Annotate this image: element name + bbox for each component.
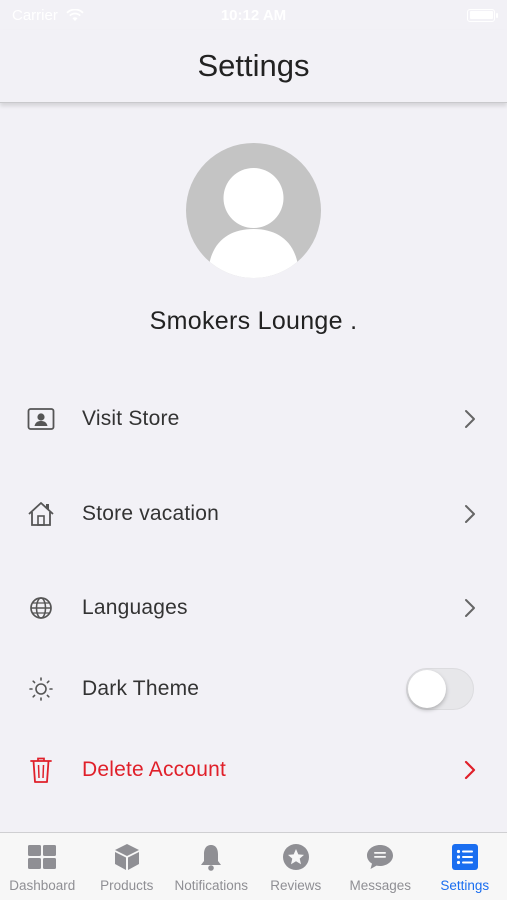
tab-notifications[interactable]: Notifications bbox=[169, 833, 254, 900]
tab-reviews[interactable]: Reviews bbox=[254, 833, 339, 900]
tab-label: Settings bbox=[440, 878, 490, 893]
chevron-right-icon bbox=[465, 599, 475, 617]
menu-item-dark-theme: Dark Theme bbox=[0, 659, 507, 719]
globe-icon bbox=[27, 594, 55, 622]
page-title: Settings bbox=[197, 48, 310, 83]
tab-label: Products bbox=[100, 878, 154, 893]
battery-icon bbox=[467, 8, 498, 22]
chevron-right-icon bbox=[464, 760, 476, 780]
box-icon bbox=[112, 842, 142, 872]
dark-theme-label: Dark Theme bbox=[82, 677, 200, 700]
delete-account-label: Delete Account bbox=[82, 758, 227, 781]
menu-item-languages[interactable]: Languages bbox=[0, 578, 507, 638]
visit-store-label: Visit Store bbox=[82, 407, 180, 430]
chevron-right-icon bbox=[465, 410, 475, 428]
grid-icon bbox=[27, 842, 57, 872]
tab-settings[interactable]: Settings bbox=[423, 833, 507, 900]
tab-label: Notifications bbox=[174, 878, 249, 893]
chevron-right-icon bbox=[465, 505, 475, 523]
tab-label: Reviews bbox=[270, 878, 322, 893]
chat-bubble-icon bbox=[365, 842, 395, 872]
store-name: Smokers Lounge . bbox=[149, 307, 358, 335]
store-vacation-label: Store vacation bbox=[82, 502, 220, 525]
tab-products[interactable]: Products bbox=[85, 833, 170, 900]
avatar[interactable] bbox=[186, 143, 321, 278]
status-time: 10:12 AM bbox=[220, 6, 287, 24]
tab-dashboard[interactable]: Dashboard bbox=[0, 833, 85, 900]
tab-label: Messages bbox=[349, 878, 412, 893]
bell-icon bbox=[196, 842, 226, 872]
user-silhouette-icon bbox=[208, 168, 299, 278]
house-icon bbox=[27, 500, 55, 528]
star-icon bbox=[281, 842, 311, 872]
menu-item-delete-account[interactable]: Delete Account bbox=[0, 740, 507, 800]
languages-label: Languages bbox=[82, 596, 188, 619]
sun-icon bbox=[27, 675, 55, 703]
id-card-icon bbox=[27, 405, 55, 433]
toggle-knob bbox=[408, 670, 446, 708]
tab-bar: Dashboard Products Notifications Reviews… bbox=[0, 832, 507, 900]
trash-icon bbox=[27, 756, 55, 784]
menu-item-store-vacation[interactable]: Store vacation bbox=[0, 484, 507, 544]
menu-item-visit-store[interactable]: Visit Store bbox=[0, 389, 507, 449]
status-bar: Carrier 10:12 AM bbox=[0, 0, 507, 30]
tab-label: Dashboard bbox=[9, 878, 76, 893]
list-icon bbox=[450, 842, 480, 872]
dark-theme-toggle[interactable] bbox=[406, 668, 474, 710]
tab-messages[interactable]: Messages bbox=[338, 833, 423, 900]
navigation-header: Settings bbox=[0, 30, 507, 103]
